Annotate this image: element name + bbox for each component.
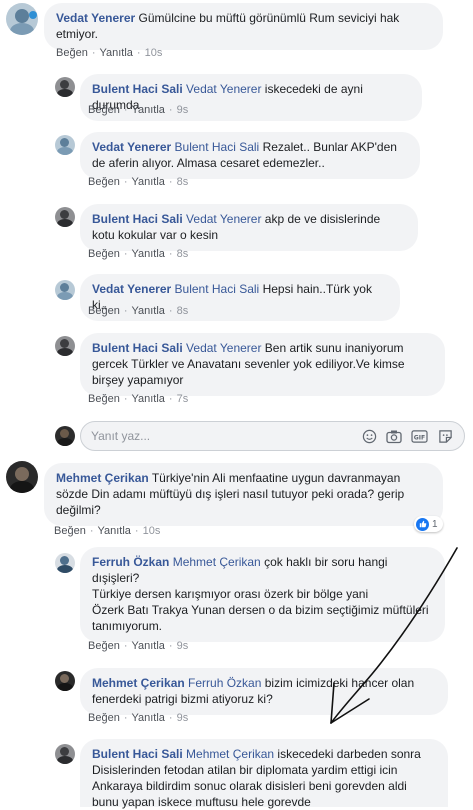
- timestamp[interactable]: 7s: [177, 393, 189, 405]
- mention-tag[interactable]: Ferruh Özkan: [188, 676, 261, 690]
- camera-icon[interactable]: [385, 427, 403, 445]
- reply-link[interactable]: Yanıtla: [131, 248, 164, 260]
- mention-tag[interactable]: Bulent Haci Sali: [175, 282, 260, 296]
- reply-link[interactable]: Yanıtla: [131, 393, 164, 405]
- author-name[interactable]: Bulent Haci Sali: [92, 82, 183, 96]
- like-link[interactable]: Beğen: [88, 305, 120, 317]
- emoji-icon[interactable]: [360, 427, 378, 445]
- avatar[interactable]: [55, 336, 75, 356]
- gif-icon[interactable]: GIF: [410, 427, 428, 445]
- like-link[interactable]: Beğen: [56, 47, 88, 59]
- like-link[interactable]: Beğen: [88, 176, 120, 188]
- avatar[interactable]: [55, 77, 75, 97]
- sticker-icon[interactable]: [436, 427, 454, 445]
- avatar[interactable]: [55, 553, 75, 573]
- mention-tag[interactable]: Mehmet Çerikan: [173, 555, 261, 569]
- like-link[interactable]: Beğen: [88, 248, 120, 260]
- reply-link[interactable]: Yanıtla: [131, 305, 164, 317]
- avatar[interactable]: [55, 207, 75, 227]
- author-name[interactable]: Vedat Yenerer: [92, 282, 171, 296]
- avatar[interactable]: [6, 3, 38, 35]
- reply-link[interactable]: Yanıtla: [131, 712, 164, 724]
- like-reaction-icon: [416, 517, 429, 531]
- author-name[interactable]: Vedat Yenerer: [56, 11, 135, 25]
- timestamp[interactable]: 9s: [177, 104, 189, 116]
- like-link[interactable]: Beğen: [88, 640, 120, 652]
- like-link[interactable]: Beğen: [88, 393, 120, 405]
- reply-link[interactable]: Yanıtla: [97, 525, 130, 537]
- mention-tag[interactable]: Vedat Yenerer: [186, 82, 261, 96]
- current-user-avatar: [55, 426, 75, 446]
- mention-tag[interactable]: Mehmet Çerikan: [186, 747, 274, 761]
- like-link[interactable]: Beğen: [88, 712, 120, 724]
- avatar[interactable]: [55, 280, 75, 300]
- avatar[interactable]: [55, 744, 75, 764]
- like-link[interactable]: Beğen: [54, 525, 86, 537]
- timestamp[interactable]: 9s: [177, 712, 189, 724]
- avatar[interactable]: [6, 461, 38, 493]
- author-name[interactable]: Ferruh Özkan: [92, 555, 169, 569]
- avatar[interactable]: [55, 671, 75, 691]
- author-name[interactable]: Bulent Haci Sali: [92, 212, 183, 226]
- svg-text:GIF: GIF: [413, 434, 424, 441]
- author-name[interactable]: Vedat Yenerer: [92, 140, 171, 154]
- comment-text-line-2: Türkiye dersen karışmıyor orası özerk bi…: [92, 587, 369, 601]
- reply-link[interactable]: Yanıtla: [131, 104, 164, 116]
- timestamp[interactable]: 10s: [143, 525, 161, 537]
- reaction-count-badge[interactable]: 1: [414, 516, 443, 532]
- avatar[interactable]: [55, 135, 75, 155]
- reply-link[interactable]: Yanıtla: [131, 176, 164, 188]
- timestamp[interactable]: 9s: [177, 640, 189, 652]
- timestamp[interactable]: 8s: [177, 176, 189, 188]
- author-name[interactable]: Mehmet Çerikan: [92, 676, 185, 690]
- reply-input[interactable]: Yanıt yaz... GIF: [80, 421, 465, 451]
- timestamp[interactable]: 8s: [177, 248, 189, 260]
- timestamp[interactable]: 10s: [145, 47, 163, 59]
- mention-tag[interactable]: Vedat Yenerer: [186, 212, 261, 226]
- author-name[interactable]: Bulent Haci Sali: [92, 341, 183, 355]
- author-name[interactable]: Bulent Haci Sali: [92, 747, 183, 761]
- mention-tag[interactable]: Vedat Yenerer: [186, 341, 261, 355]
- reply-placeholder: Yanıt yaz...: [91, 429, 151, 443]
- author-name[interactable]: Mehmet Çerikan: [56, 471, 149, 485]
- comment-text-line-3: Özerk Batı Trakya Yunan dersen o da bizi…: [92, 603, 429, 633]
- mention-tag[interactable]: Bulent Haci Sali: [175, 140, 260, 154]
- reply-link[interactable]: Yanıtla: [131, 640, 164, 652]
- reply-link[interactable]: Yanıtla: [99, 47, 132, 59]
- reaction-count: 1: [432, 518, 438, 530]
- timestamp[interactable]: 8s: [177, 305, 189, 317]
- like-link[interactable]: Beğen: [88, 104, 120, 116]
